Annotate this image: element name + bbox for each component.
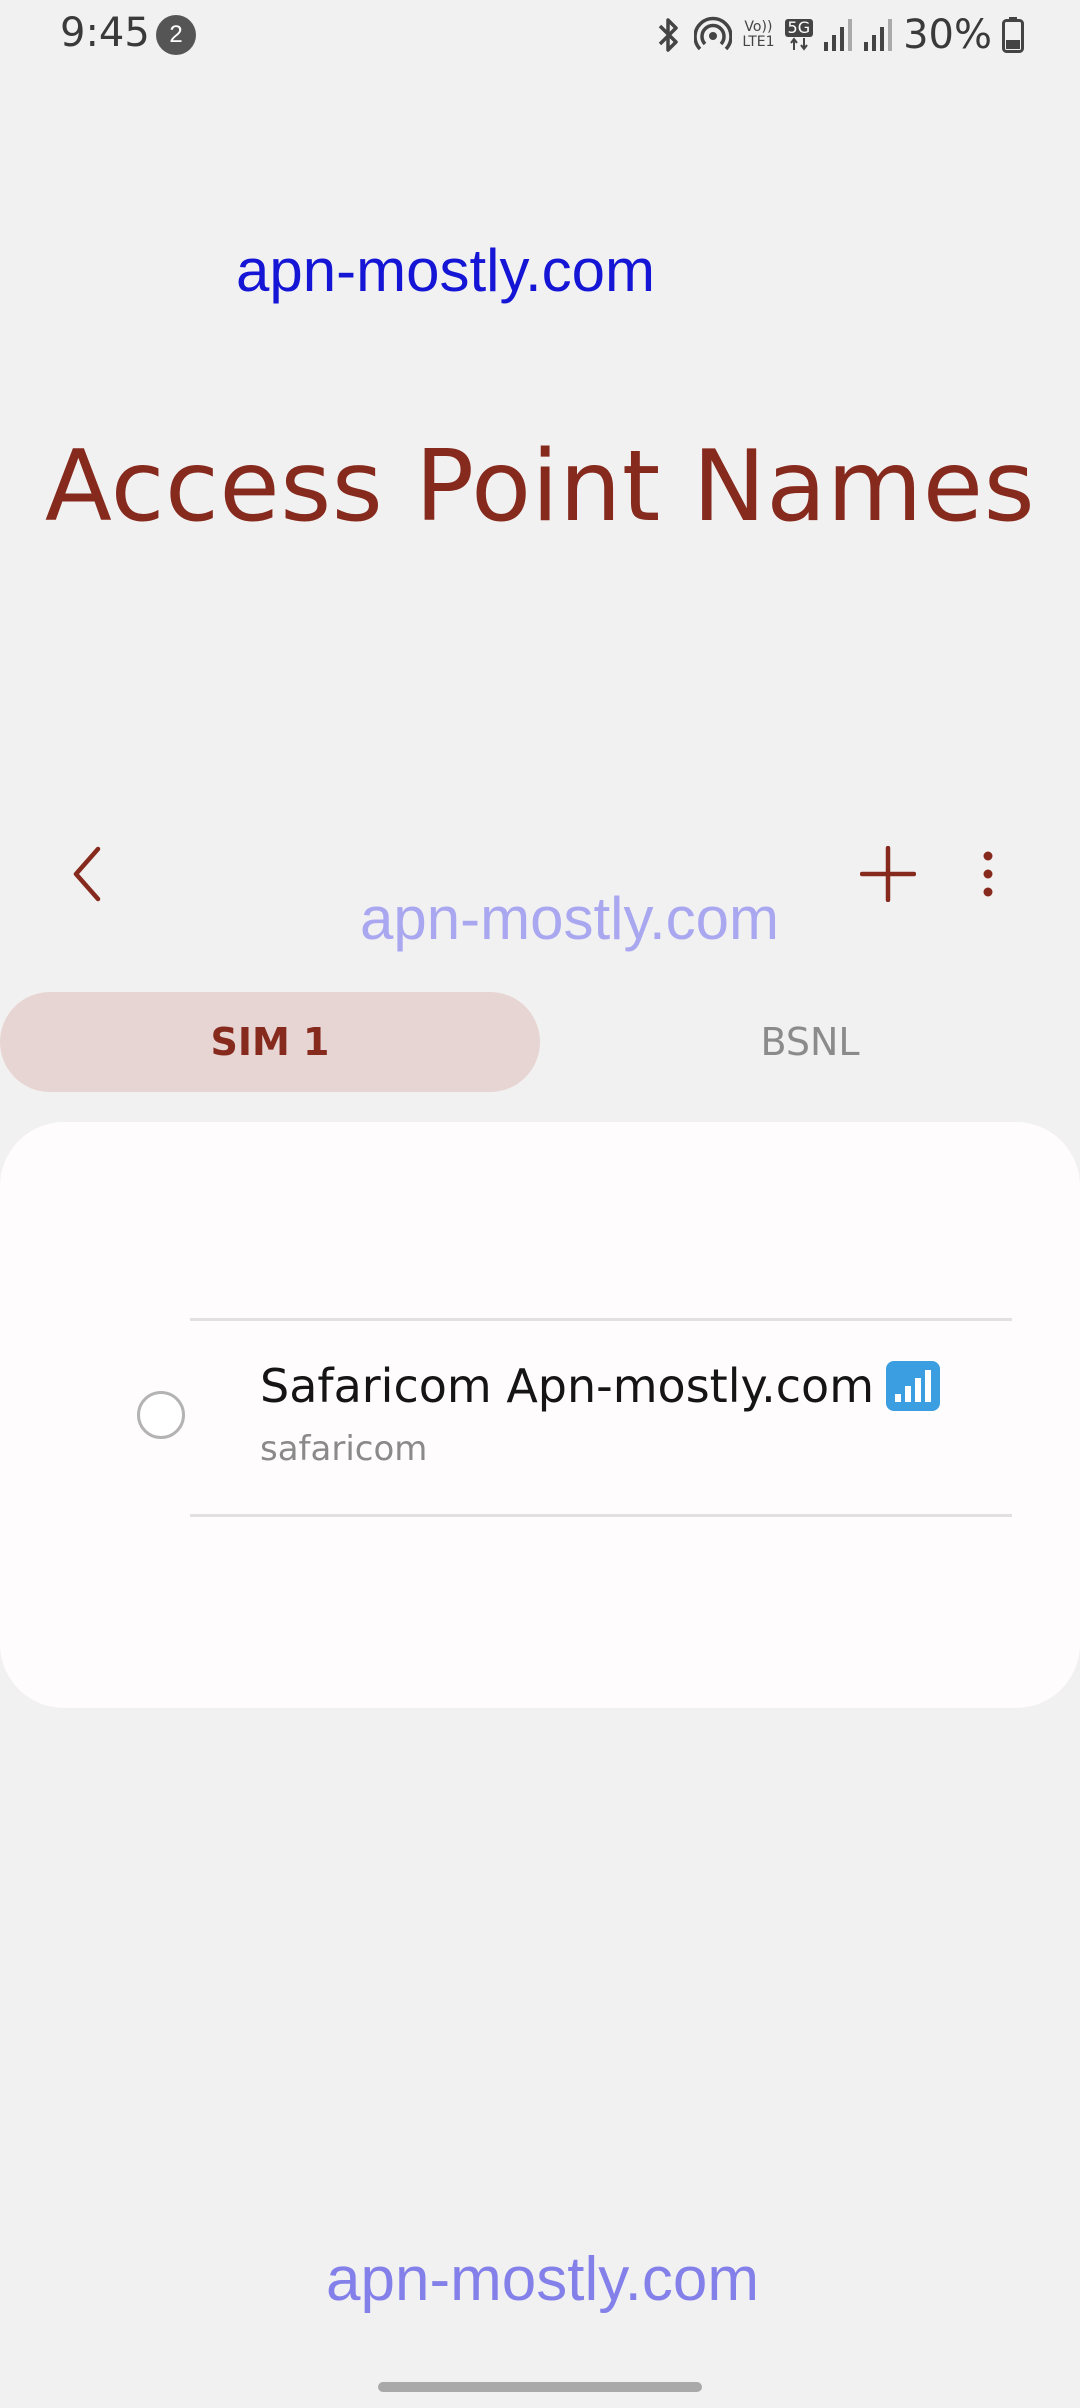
lte-label: LTE1 [742,34,775,50]
network-type-badge: 5G [784,19,814,37]
back-button[interactable] [48,834,128,914]
more-vertical-icon [983,851,993,897]
watermark-middle: apn-mostly.com [360,885,780,952]
status-bar: 9:45 2 Vo)) LTE1 5G 30% [0,0,1080,70]
home-indicator[interactable] [378,2382,702,2392]
hotspot-icon [694,16,733,54]
page-title: Access Point Names [44,430,1036,544]
apn-name-row: Safaricom Apn-mostly.com [260,1359,941,1413]
apn-list-card: Safaricom Apn-mostly.com safaricom [0,1122,1080,1708]
apn-list-item[interactable]: Safaricom Apn-mostly.com safaricom [0,1321,1080,1514]
more-options-button[interactable] [948,834,1028,914]
apn-radio-button[interactable] [137,1391,185,1439]
notification-count-badge: 2 [156,15,196,55]
watermark-bottom: apn-mostly.com [326,2245,759,2314]
chevron-left-icon [73,846,101,902]
status-time: 9:45 [60,10,150,56]
signal-strength-icon-1 [823,18,853,52]
sim-tabs: SIM 1 BSNL [0,992,1080,1092]
apn-name: Safaricom Apn-mostly.com [260,1359,875,1413]
apn-value: safaricom [260,1429,428,1469]
watermark-top: apn-mostly.com [236,237,656,304]
list-divider [190,1514,1012,1517]
battery-percentage: 30% [903,12,992,58]
tab-bsnl[interactable]: BSNL [540,992,1080,1092]
volte-label: Vo)) [744,19,773,35]
signal-strength-icon-2 [863,18,893,52]
add-apn-button[interactable] [848,834,928,914]
signal-bars-icon [886,1361,941,1411]
plus-icon [860,846,916,902]
network-5g-icon: 5G [784,19,814,51]
tab-sim1[interactable]: SIM 1 [0,992,540,1092]
bluetooth-icon [654,16,684,54]
battery-icon [1002,17,1024,53]
volte-icon: Vo)) LTE1 [742,20,774,50]
status-icons: Vo)) LTE1 5G 30% [654,10,1024,60]
